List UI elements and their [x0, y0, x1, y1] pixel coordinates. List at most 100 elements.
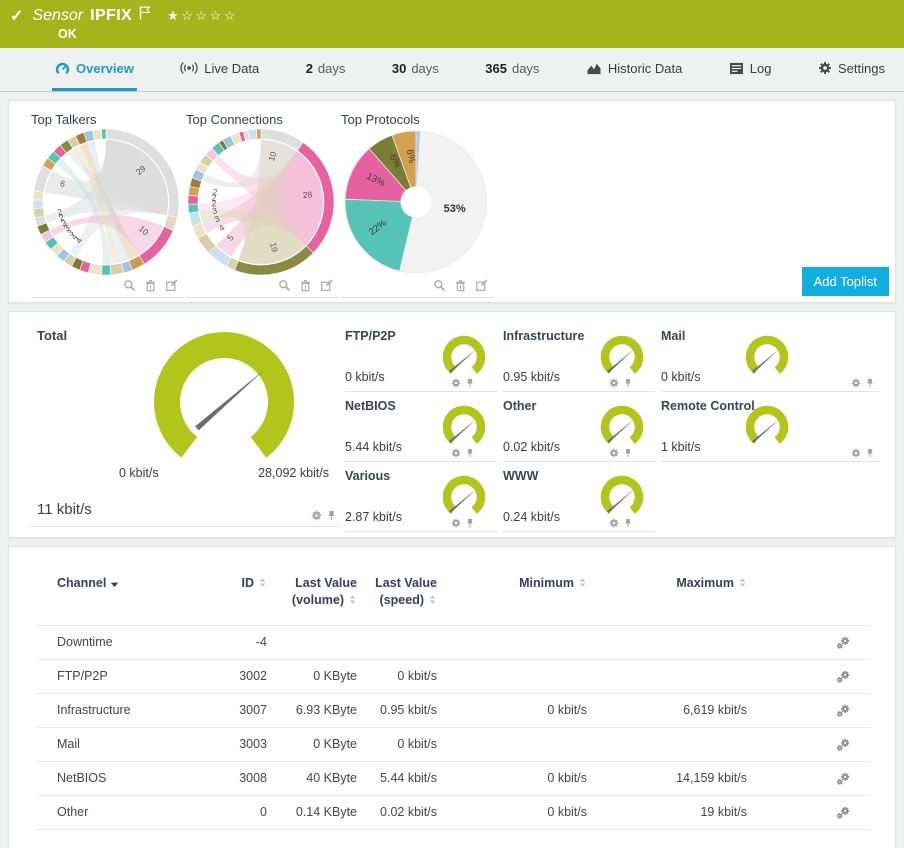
- gauge-cell-remote-control: Remote Control 1 kbit/s: [661, 392, 879, 462]
- tab-historic-data[interactable]: Historic Data: [583, 48, 685, 91]
- inspect-icon[interactable]: [278, 279, 291, 292]
- tab-overview[interactable]: Overview: [52, 48, 137, 91]
- cell-channel: Other: [37, 795, 202, 829]
- channel-settings-icon[interactable]: [836, 737, 851, 752]
- pin-icon[interactable]: [623, 518, 633, 528]
- pin-icon[interactable]: [865, 378, 875, 388]
- live-icon: [180, 61, 198, 75]
- pin-icon[interactable]: [465, 448, 475, 458]
- top-connections-chart[interactable]: 1028195433222: [186, 127, 336, 277]
- channel-settings-icon[interactable]: [836, 669, 851, 684]
- add-toplist-button[interactable]: Add Toplist: [802, 267, 889, 296]
- cell-id: 0: [202, 795, 267, 829]
- tab-365-days[interactable]: 365days: [482, 48, 542, 91]
- pin-icon[interactable]: [465, 378, 475, 388]
- delete-icon[interactable]: [144, 279, 157, 292]
- gauge-settings-icon[interactable]: [851, 448, 861, 458]
- settings-gear-icon: [818, 61, 832, 75]
- sort-icon[interactable]: [428, 594, 437, 605]
- cell-channel: Downtime: [37, 625, 202, 659]
- tab-label: Log: [750, 61, 772, 76]
- gauge-settings-icon[interactable]: [451, 518, 461, 528]
- table-row-downtime[interactable]: Downtime -4: [37, 625, 871, 659]
- toplist-title: Top Connections: [186, 112, 339, 127]
- sensor-header: ✓ Sensor IPFIX ★☆☆☆☆ OK: [0, 0, 904, 48]
- column-header-last-value-speed-[interactable]: Last Value(speed): [357, 563, 437, 625]
- sort-icon[interactable]: [578, 577, 587, 588]
- edit-icon[interactable]: [320, 279, 333, 292]
- top-protocols-chart[interactable]: 53%22%13%6%6%: [341, 127, 491, 277]
- toplist-title: Top Talkers: [31, 112, 184, 127]
- channel-value: 0.95 kbit/s: [503, 370, 560, 384]
- tab-label: Live Data: [204, 61, 259, 76]
- sort-desc-icon[interactable]: [110, 581, 119, 588]
- gauge-settings-icon[interactable]: [451, 448, 461, 458]
- pin-icon[interactable]: [623, 378, 633, 388]
- edit-icon[interactable]: [165, 279, 178, 292]
- channel-value: 0 kbit/s: [345, 370, 385, 384]
- sort-icon[interactable]: [258, 577, 267, 588]
- gauge-settings-icon[interactable]: [451, 378, 461, 388]
- gauge-settings-icon[interactable]: [311, 510, 322, 521]
- gauge-settings-icon[interactable]: [609, 448, 619, 458]
- column-header-minimum[interactable]: Minimum: [437, 563, 587, 625]
- channel-settings-icon[interactable]: [836, 635, 851, 650]
- toplist-toolbar: [186, 277, 339, 294]
- cell-channel: FTP/P2P: [37, 659, 202, 693]
- table-row-infrastructure[interactable]: Infrastructure 3007 6.93 KByte 0.95 kbit…: [37, 693, 871, 727]
- column-header-last-value-volume-[interactable]: Last Value(volume): [267, 563, 357, 625]
- gauge-dial: [129, 324, 319, 474]
- tab-live-data[interactable]: Live Data: [177, 48, 262, 91]
- column-header-id[interactable]: ID: [202, 563, 267, 625]
- channel-settings-icon[interactable]: [836, 805, 851, 820]
- tab-30-days[interactable]: 30days: [389, 48, 442, 91]
- inspect-icon[interactable]: [433, 279, 446, 292]
- cell-minimum: [437, 727, 587, 761]
- tab-settings[interactable]: Settings: [815, 48, 888, 91]
- edit-icon[interactable]: [475, 279, 488, 292]
- gauge-settings-icon[interactable]: [851, 378, 861, 388]
- tab-label: days: [318, 61, 345, 76]
- table-row-netbios[interactable]: NetBIOS 3008 40 KByte 5.44 kbit/s 0 kbit…: [37, 761, 871, 795]
- flag-icon[interactable]: [139, 6, 151, 20]
- delete-icon[interactable]: [454, 279, 467, 292]
- table-row-other[interactable]: Other 0 0.14 KByte 0.02 kbit/s 0 kbit/s …: [37, 795, 871, 829]
- log-icon: [729, 62, 744, 75]
- sort-icon[interactable]: [348, 594, 357, 605]
- channel-value: 0 kbit/s: [661, 370, 701, 384]
- channel-gauge-grid: FTP/P2P 0 kbit/s Infrastructure 0.95 kbi…: [345, 322, 879, 537]
- cell-last-value-volume: 0 KByte: [267, 727, 357, 761]
- inspect-icon[interactable]: [123, 279, 136, 292]
- pin-icon[interactable]: [465, 518, 475, 528]
- sort-icon[interactable]: [738, 577, 747, 588]
- priority-stars[interactable]: ★☆☆☆☆: [167, 8, 238, 24]
- cell-minimum: [437, 625, 587, 659]
- gauge-dial: [594, 401, 650, 451]
- gauge-max-label: 28,092 kbit/s: [258, 466, 329, 480]
- column-header-actions[interactable]: [747, 563, 871, 625]
- column-header-channel[interactable]: Channel: [37, 563, 202, 625]
- channel-table: Channel ID Last Value(volume) Last Value…: [37, 563, 871, 830]
- table-row-ftp-p2p[interactable]: FTP/P2P 3002 0 KByte 0 kbit/s: [37, 659, 871, 693]
- cell-id: 3007: [202, 693, 267, 727]
- table-row-mail[interactable]: Mail 3003 0 KByte 0 kbit/s: [37, 727, 871, 761]
- cell-last-value-speed: [357, 625, 437, 659]
- column-header-maximum[interactable]: Maximum: [587, 563, 747, 625]
- delete-icon[interactable]: [299, 279, 312, 292]
- gauge-settings-icon[interactable]: [609, 378, 619, 388]
- channel-settings-icon[interactable]: [836, 771, 851, 786]
- gauge-icon: [55, 61, 70, 76]
- tab-log[interactable]: Log: [726, 48, 775, 91]
- cell-channel: NetBIOS: [37, 761, 202, 795]
- cell-maximum: 6,619 kbit/s: [587, 693, 747, 727]
- pin-icon[interactable]: [623, 448, 633, 458]
- gauge-settings-icon[interactable]: [609, 518, 619, 528]
- pin-icon[interactable]: [865, 448, 875, 458]
- top-talkers-chart[interactable]: 291044333226: [31, 127, 181, 277]
- channel-settings-icon[interactable]: [836, 703, 851, 718]
- pin-icon[interactable]: [326, 510, 337, 521]
- tab-label: Historic Data: [608, 61, 682, 76]
- cell-maximum: [587, 625, 747, 659]
- gauge-dial: [739, 401, 795, 451]
- tab-2-days[interactable]: 2days: [303, 48, 349, 91]
